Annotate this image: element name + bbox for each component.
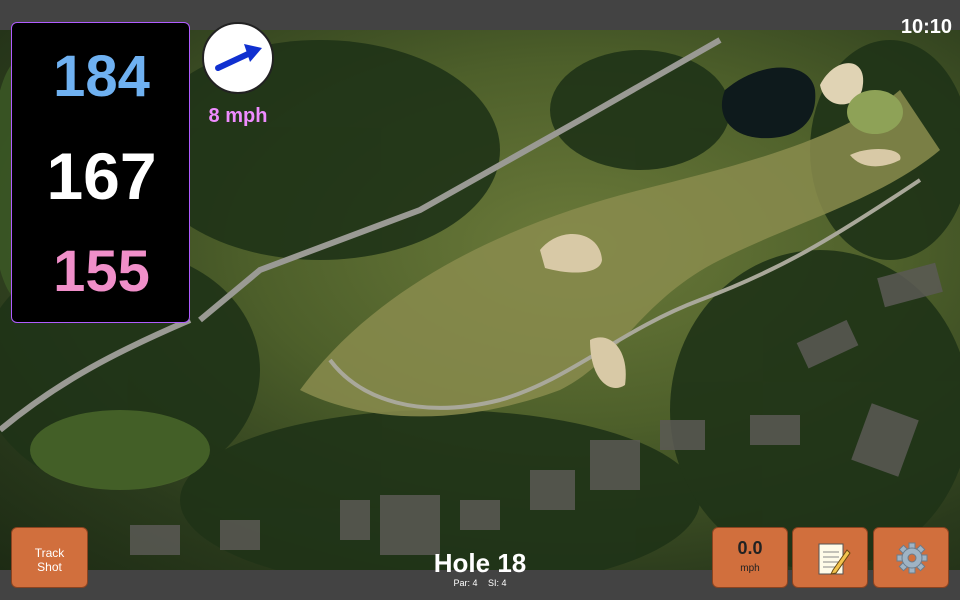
middle-yardage: 167 xyxy=(46,139,157,213)
yardage-panel: 184 167 155 xyxy=(11,22,190,323)
track-shot-label-line1: Track xyxy=(34,546,65,560)
notepad-icon xyxy=(818,543,851,575)
notes-button[interactable] xyxy=(792,527,868,588)
hole-title: Hole 18 xyxy=(433,548,527,578)
track-shot-label-line2: Shot xyxy=(37,560,62,574)
status-clock: 10:10 xyxy=(900,16,952,38)
wind-direction-indicator xyxy=(202,22,274,94)
wind-readout-value: 0.0 xyxy=(737,538,763,558)
wind-direction-arrow-icon xyxy=(215,44,262,71)
wind-readout-button[interactable]: 0.0 mph xyxy=(712,527,788,588)
track-shot-button[interactable]: Track Shot xyxy=(11,527,88,588)
wind-readout-unit: mph xyxy=(740,563,760,574)
settings-button[interactable] xyxy=(873,527,949,588)
back-yardage: 184 xyxy=(53,44,150,109)
gear-icon xyxy=(896,542,928,574)
front-yardage: 155 xyxy=(53,239,150,304)
hole-stroke-index: SI: 4 xyxy=(488,578,507,588)
hole-par: Par: 4 xyxy=(453,578,478,588)
wind-speed-label: 8 mph xyxy=(208,105,268,127)
hole-info: Par: 4 SI: 4 xyxy=(380,578,580,588)
